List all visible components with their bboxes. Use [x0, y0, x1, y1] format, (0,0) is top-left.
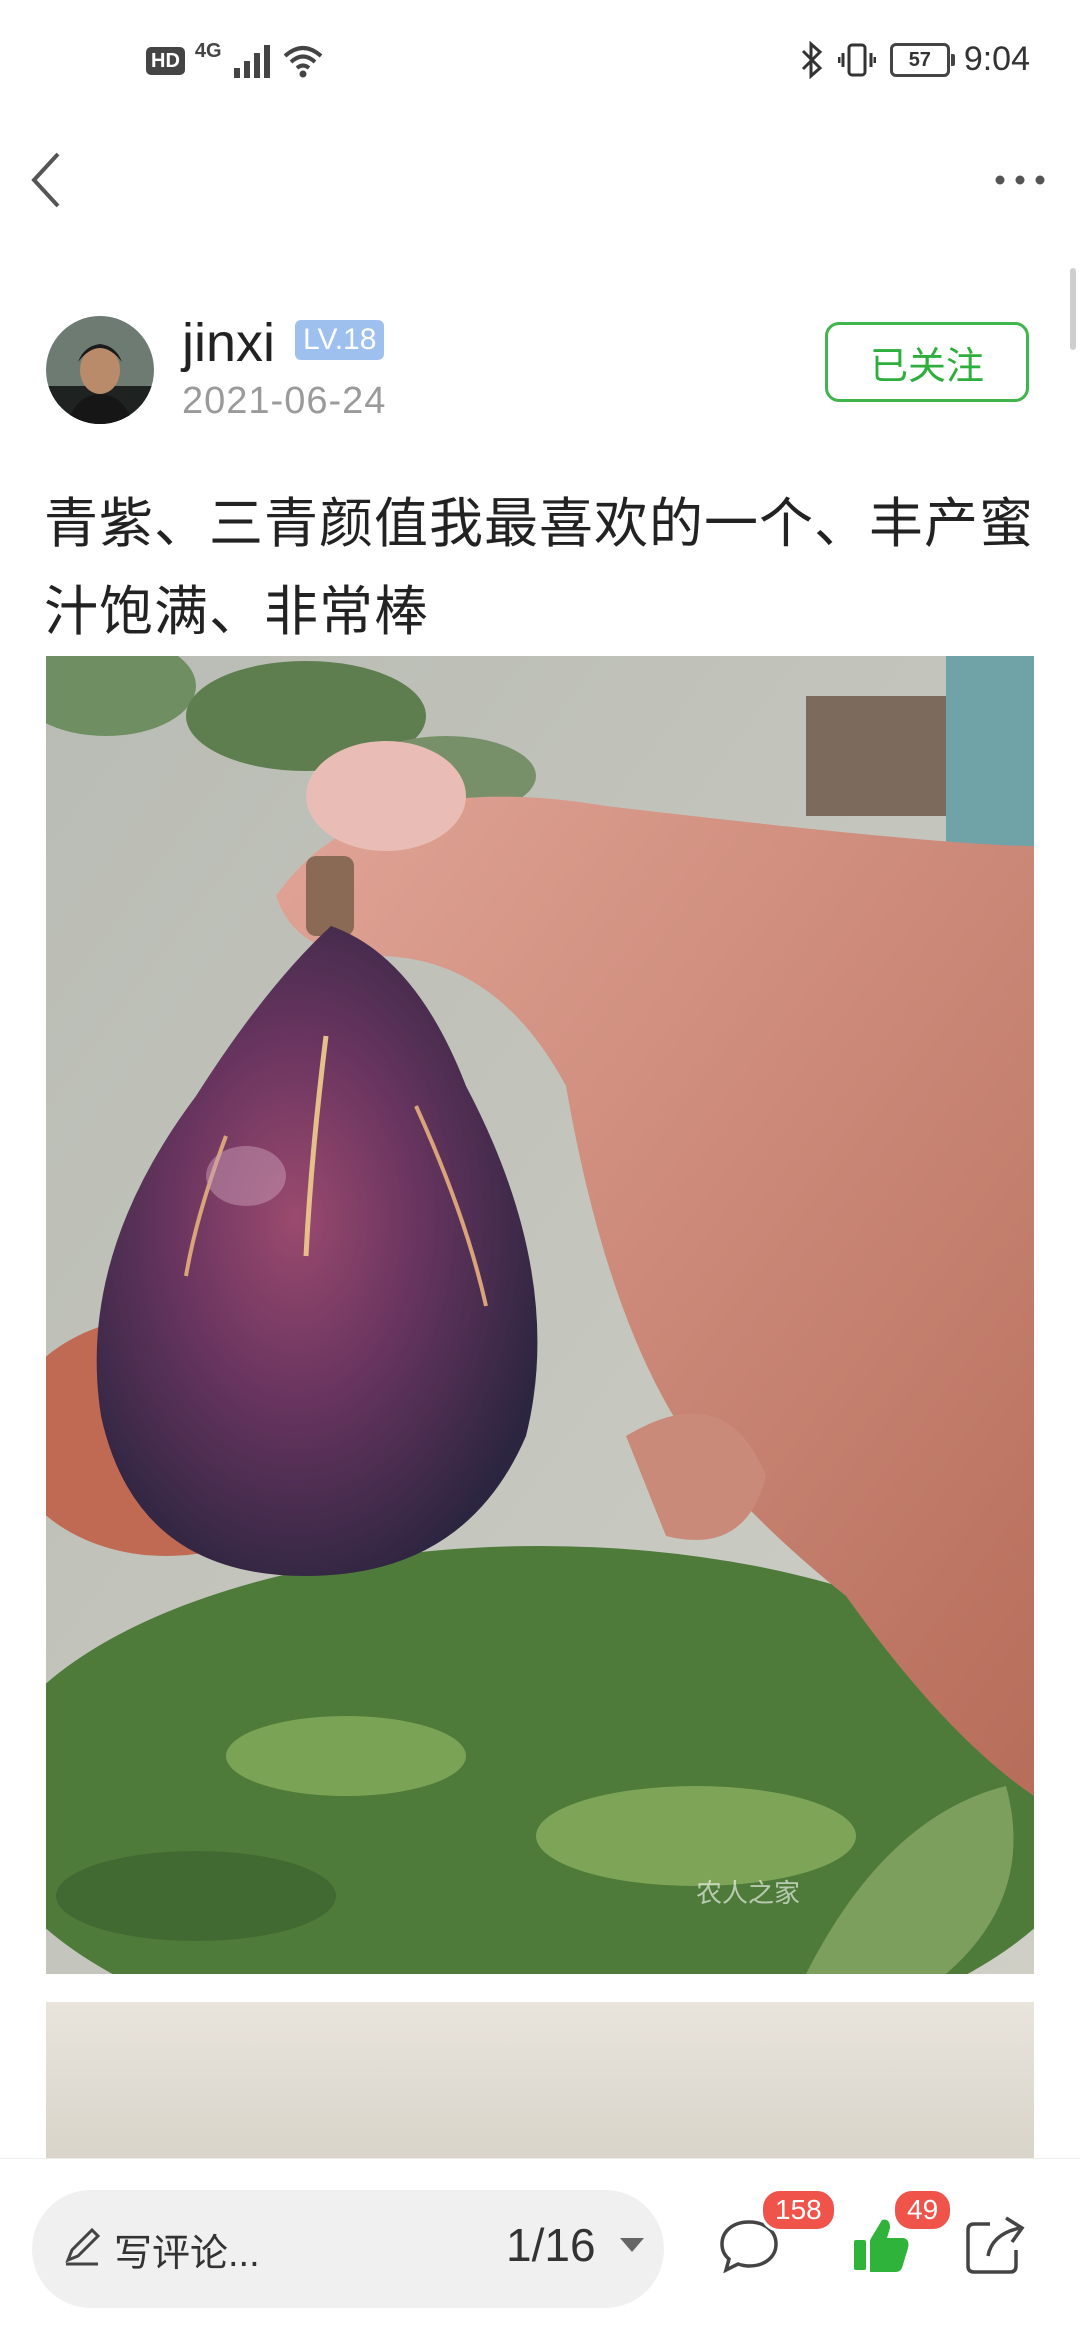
author-name[interactable]: jinxi — [182, 312, 275, 374]
status-bar: HD 4G 57 9:04 — [0, 0, 1080, 132]
avatar[interactable] — [46, 316, 154, 424]
like-count-badge: 49 — [892, 2188, 954, 2232]
more-icon[interactable] — [990, 160, 1050, 200]
level-badge: LV.18 — [295, 320, 385, 360]
post-date: 2021-06-24 — [182, 380, 387, 422]
comment-placeholder[interactable]: 写评论... — [114, 2222, 260, 2277]
back-icon[interactable] — [26, 150, 66, 210]
status-left: HD 4G — [146, 40, 324, 78]
chevron-down-icon[interactable] — [620, 2238, 644, 2252]
clock: 9:04 — [963, 40, 1030, 78]
hd-badge: HD — [146, 47, 185, 75]
comment-count-badge: 158 — [760, 2188, 837, 2232]
network-type: 4G — [194, 39, 222, 62]
wifi-icon — [283, 46, 322, 78]
signal-icon — [233, 45, 270, 78]
post-title: 青紫、三青颜值我最喜欢的一个、丰产蜜汁饱满、非常棒 — [44, 494, 1034, 642]
post-photo[interactable]: 农人之家 — [46, 656, 1034, 1974]
image-pager[interactable]: 1/16 — [506, 2218, 596, 2272]
bluetooth-icon — [801, 40, 822, 79]
vibrate-icon — [837, 43, 876, 76]
scroll-indicator[interactable] — [1070, 268, 1076, 350]
follow-button[interactable]: 已关注 — [825, 322, 1029, 402]
battery-icon: 57 — [889, 42, 955, 77]
share-icon[interactable] — [960, 2210, 1030, 2280]
watermark: 农人之家 — [696, 1879, 800, 1909]
post-photo-second[interactable] — [46, 2002, 1034, 2160]
pen-icon — [65, 2227, 101, 2266]
status-right: 57 9:04 — [800, 40, 1030, 79]
